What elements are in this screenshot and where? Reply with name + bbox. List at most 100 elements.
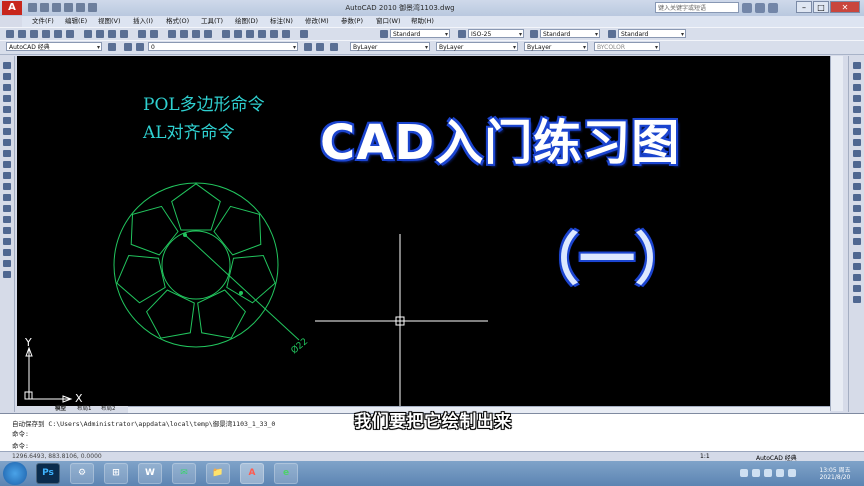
- tray-volume-icon[interactable]: [752, 469, 760, 477]
- make-block-icon[interactable]: [3, 194, 11, 201]
- rotate-icon[interactable]: [853, 128, 861, 135]
- dim-diameter-icon[interactable]: [853, 285, 861, 292]
- stretch-icon[interactable]: [853, 150, 861, 157]
- match-properties-icon[interactable]: [120, 30, 128, 38]
- gradient-icon[interactable]: [3, 227, 11, 234]
- properties-icon[interactable]: [222, 30, 230, 38]
- markup-icon[interactable]: [270, 30, 278, 38]
- layer-properties-icon[interactable]: [124, 43, 132, 51]
- tab-layout2[interactable]: 布局2: [101, 406, 116, 413]
- new-icon[interactable]: [6, 30, 14, 38]
- workspace-settings-icon[interactable]: [108, 43, 116, 51]
- undo-icon[interactable]: [76, 3, 85, 12]
- color-select[interactable]: ByLayer: [350, 42, 430, 52]
- move-icon[interactable]: [853, 117, 861, 124]
- pan-icon[interactable]: [168, 30, 176, 38]
- text-style-select[interactable]: Standard: [390, 29, 450, 39]
- plotstyle-select[interactable]: BYCOLOR: [594, 42, 660, 52]
- ellipse-arc-icon[interactable]: [3, 172, 11, 179]
- menu-format[interactable]: 格式(O): [166, 16, 189, 27]
- menu-help[interactable]: 帮助(H): [411, 16, 434, 27]
- polyline-icon[interactable]: [3, 84, 11, 91]
- mleader-style-select[interactable]: Standard: [618, 29, 686, 39]
- binoculars-icon[interactable]: [742, 3, 752, 13]
- word-app-icon[interactable]: W: [138, 463, 162, 484]
- workspace-select[interactable]: AutoCAD 经典: [6, 42, 102, 52]
- make-current-layer-icon[interactable]: [304, 43, 312, 51]
- redo-icon[interactable]: [88, 3, 97, 12]
- menu-modify[interactable]: 修改(M): [305, 16, 329, 27]
- break-at-point-icon[interactable]: [853, 183, 861, 190]
- print-icon[interactable]: [42, 30, 50, 38]
- calculator-icon[interactable]: [282, 30, 290, 38]
- menu-edit[interactable]: 编辑(E): [65, 16, 87, 27]
- table-icon[interactable]: [3, 249, 11, 256]
- autocad-app-icon[interactable]: A: [240, 463, 264, 484]
- tray-update-icon[interactable]: [788, 469, 796, 477]
- offset-icon[interactable]: [853, 95, 861, 102]
- layer-select[interactable]: 0: [148, 42, 298, 52]
- explode-icon[interactable]: [853, 238, 861, 245]
- help-icon[interactable]: [300, 30, 308, 38]
- design-center-icon[interactable]: [234, 30, 242, 38]
- menu-parametric[interactable]: 参数(P): [341, 16, 363, 27]
- circle-icon[interactable]: [3, 128, 11, 135]
- wechat-app-icon[interactable]: ✉: [172, 463, 196, 484]
- scale-icon[interactable]: [853, 139, 861, 146]
- save-icon[interactable]: [52, 3, 61, 12]
- menu-file[interactable]: 文件(F): [32, 16, 54, 27]
- arc-icon[interactable]: [3, 117, 11, 124]
- copy-object-icon[interactable]: [853, 73, 861, 80]
- revision-cloud-icon[interactable]: [3, 139, 11, 146]
- erase-icon[interactable]: [853, 62, 861, 69]
- line-icon[interactable]: [3, 62, 11, 69]
- save-icon[interactable]: [30, 30, 38, 38]
- minimize-button[interactable]: –: [796, 1, 812, 13]
- construction-line-icon[interactable]: [3, 73, 11, 80]
- settings-app-icon[interactable]: ⚙: [70, 463, 94, 484]
- polygon-icon[interactable]: [3, 95, 11, 102]
- close-button[interactable]: ✕: [830, 1, 860, 13]
- new-file-icon[interactable]: [28, 3, 37, 12]
- search-input[interactable]: 键入关键字或短语: [655, 2, 739, 13]
- open-file-icon[interactable]: [40, 3, 49, 12]
- gallery-app-icon[interactable]: ⊞: [104, 463, 128, 484]
- undo-icon[interactable]: [138, 30, 146, 38]
- lineweight-select[interactable]: ByLayer: [524, 42, 588, 52]
- photoshop-app-icon[interactable]: Ps: [36, 463, 60, 484]
- layer-previous-icon[interactable]: [316, 43, 324, 51]
- menu-insert[interactable]: 插入(I): [133, 16, 153, 27]
- add-selected-icon[interactable]: [3, 271, 11, 278]
- clock-date[interactable]: 2021/8/20: [812, 474, 858, 481]
- dim-radius-icon[interactable]: [853, 274, 861, 281]
- table-style-select[interactable]: Standard: [540, 29, 600, 39]
- fillet-icon[interactable]: [853, 227, 861, 234]
- explorer-app-icon[interactable]: 📁: [206, 463, 230, 484]
- zoom-previous-icon[interactable]: [204, 30, 212, 38]
- vertical-scrollbar[interactable]: [830, 56, 843, 411]
- annotation-scale[interactable]: 1:1: [700, 453, 710, 460]
- command-prompt[interactable]: 命令:: [12, 440, 29, 450]
- trim-icon[interactable]: [853, 161, 861, 168]
- join-icon[interactable]: [853, 205, 861, 212]
- autocad-logo-icon[interactable]: A: [2, 1, 22, 15]
- tray-security-icon[interactable]: [776, 469, 784, 477]
- tray-network-icon[interactable]: [740, 469, 748, 477]
- clock-time[interactable]: 13:05 周五: [812, 465, 858, 474]
- dim-linear-icon[interactable]: [853, 252, 861, 259]
- browser-app-icon[interactable]: e: [274, 463, 298, 484]
- start-button[interactable]: [3, 462, 27, 485]
- publish-icon[interactable]: [66, 30, 74, 38]
- tool-palettes-icon[interactable]: [246, 30, 254, 38]
- linetype-select[interactable]: ByLayer: [436, 42, 518, 52]
- menu-view[interactable]: 视图(V): [98, 16, 121, 27]
- open-icon[interactable]: [18, 30, 26, 38]
- chamfer-icon[interactable]: [853, 216, 861, 223]
- menu-tools[interactable]: 工具(T): [201, 16, 223, 27]
- tray-ime-icon[interactable]: [764, 469, 772, 477]
- extend-icon[interactable]: [853, 172, 861, 179]
- menu-window[interactable]: 窗口(W): [376, 16, 401, 27]
- star-icon[interactable]: [755, 3, 765, 13]
- menu-dimension[interactable]: 标注(N): [270, 16, 293, 27]
- preview-icon[interactable]: [54, 30, 62, 38]
